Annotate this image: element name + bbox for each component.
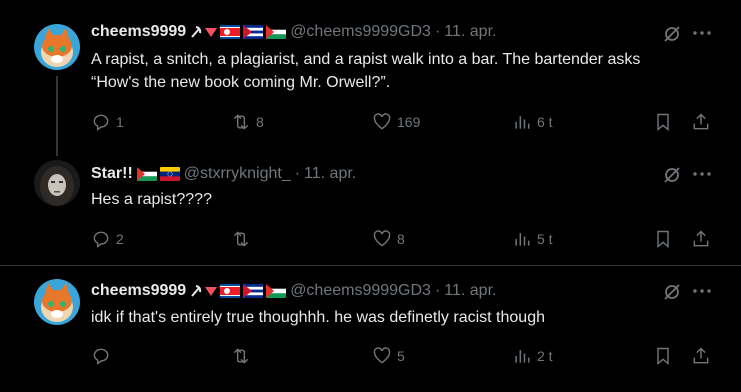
separator: ·: [434, 23, 441, 40]
repost-button[interactable]: [231, 229, 256, 249]
like-button[interactable]: 5: [372, 346, 405, 366]
action-bar: 2 8 5 t: [91, 229, 713, 251]
cuba-flag-icon: [243, 284, 264, 298]
heart-icon: [373, 113, 391, 130]
like-button[interactable]: 8: [372, 229, 405, 249]
share-button[interactable]: [691, 229, 711, 249]
more-icon[interactable]: [691, 22, 713, 44]
display-name[interactable]: cheems9999: [91, 23, 186, 41]
heart-icon: [373, 347, 391, 364]
repost-icon: [233, 114, 249, 130]
palestine-flag-icon: [266, 284, 287, 298]
post-header: cheems9999 @cheems9999GD3 · 11. apr.: [91, 21, 651, 43]
avatar[interactable]: [34, 160, 80, 206]
name-badges: [136, 167, 180, 181]
north-korea-flag-icon: [220, 284, 241, 298]
triangle-icon: [205, 287, 218, 296]
handle[interactable]: @stxrryknight_: [184, 165, 291, 183]
reply-count: 2: [116, 231, 124, 247]
reply-button[interactable]: 2: [91, 229, 124, 249]
repost-icon: [233, 348, 249, 364]
grok-icon[interactable]: [661, 23, 683, 45]
sickle-icon: [191, 285, 202, 297]
more-icon[interactable]: [691, 280, 713, 302]
display-name[interactable]: cheems9999: [91, 282, 186, 300]
repost-count: 8: [256, 114, 264, 130]
views-icon: [515, 350, 530, 363]
reply-icon: [93, 114, 109, 131]
share-icon: [693, 347, 709, 364]
venezuela-flag-icon: [159, 167, 180, 181]
grok-icon[interactable]: [661, 281, 683, 303]
views-count: 2 t: [537, 348, 553, 364]
heart-icon: [373, 230, 391, 247]
handle[interactable]: @cheems9999GD3: [290, 23, 431, 41]
post-date[interactable]: 11. apr.: [444, 23, 496, 41]
views-button[interactable]: 5 t: [512, 229, 553, 249]
views-icon: [515, 233, 530, 246]
action-bar: 5 2 t: [91, 346, 713, 368]
post-2[interactable]: Star!! @stxrryknight_ · 11. apr. Hes a r…: [0, 150, 741, 265]
bookmark-button[interactable]: [653, 112, 673, 132]
triangle-icon: [205, 28, 218, 37]
grok-icon[interactable]: [661, 164, 683, 186]
post-3[interactable]: cheems9999 @cheems9999GD3 · 11. apr. idk…: [0, 266, 741, 392]
more-icon[interactable]: [691, 163, 713, 185]
like-button[interactable]: 169: [372, 112, 420, 132]
like-count: 169: [397, 114, 421, 130]
action-bar: 1 8 169 6 t: [91, 112, 713, 134]
name-badges: [190, 25, 287, 39]
separator: ·: [294, 165, 301, 182]
share-button[interactable]: [691, 112, 711, 132]
handle[interactable]: @cheems9999GD3: [290, 282, 431, 300]
palestine-flag-icon: [266, 25, 287, 39]
repost-icon: [233, 231, 249, 247]
repost-button[interactable]: 8: [231, 112, 264, 132]
post-text: idk if that's entirely true thoughhh. he…: [91, 309, 545, 326]
views-button[interactable]: 6 t: [512, 112, 553, 132]
post-1[interactable]: cheems9999 @cheems9999GD3 · 11. apr. A r…: [0, 0, 741, 150]
like-count: 8: [397, 231, 405, 247]
share-icon: [693, 230, 709, 247]
reply-button[interactable]: 1: [91, 112, 124, 132]
avatar[interactable]: [34, 24, 80, 70]
north-korea-flag-icon: [220, 25, 241, 39]
separator: ·: [434, 282, 441, 299]
reply-count: 1: [116, 114, 124, 130]
views-count: 6 t: [537, 114, 553, 130]
views-icon: [515, 116, 530, 129]
reply-icon: [93, 231, 109, 248]
post-date[interactable]: 11. apr.: [304, 165, 356, 183]
bookmark-icon: [657, 230, 669, 249]
post-text: A rapist, a snitch, a plagiarist, and a …: [91, 51, 641, 91]
share-button[interactable]: [691, 346, 711, 366]
bookmark-button[interactable]: [653, 346, 673, 366]
reply-icon: [93, 348, 109, 365]
avatar[interactable]: [34, 279, 80, 325]
post-header: Star!! @stxrryknight_ · 11. apr.: [91, 163, 651, 185]
views-count: 5 t: [537, 231, 553, 247]
share-icon: [693, 113, 709, 130]
views-button[interactable]: 2 t: [512, 346, 553, 366]
display-name[interactable]: Star!!: [91, 165, 133, 183]
cuba-flag-icon: [243, 25, 264, 39]
post-text: Hes a rapist????: [91, 191, 212, 208]
bookmark-icon: [657, 113, 669, 132]
post-date[interactable]: 11. apr.: [444, 282, 496, 300]
bookmark-button[interactable]: [653, 229, 673, 249]
name-badges: [190, 284, 287, 298]
like-count: 5: [397, 348, 405, 364]
post-header: cheems9999 @cheems9999GD3 · 11. apr.: [91, 280, 651, 302]
repost-button[interactable]: [231, 346, 256, 366]
bookmark-icon: [657, 347, 669, 366]
palestine-flag-icon: [136, 167, 157, 181]
reply-button[interactable]: [91, 346, 116, 366]
sickle-icon: [191, 26, 202, 38]
